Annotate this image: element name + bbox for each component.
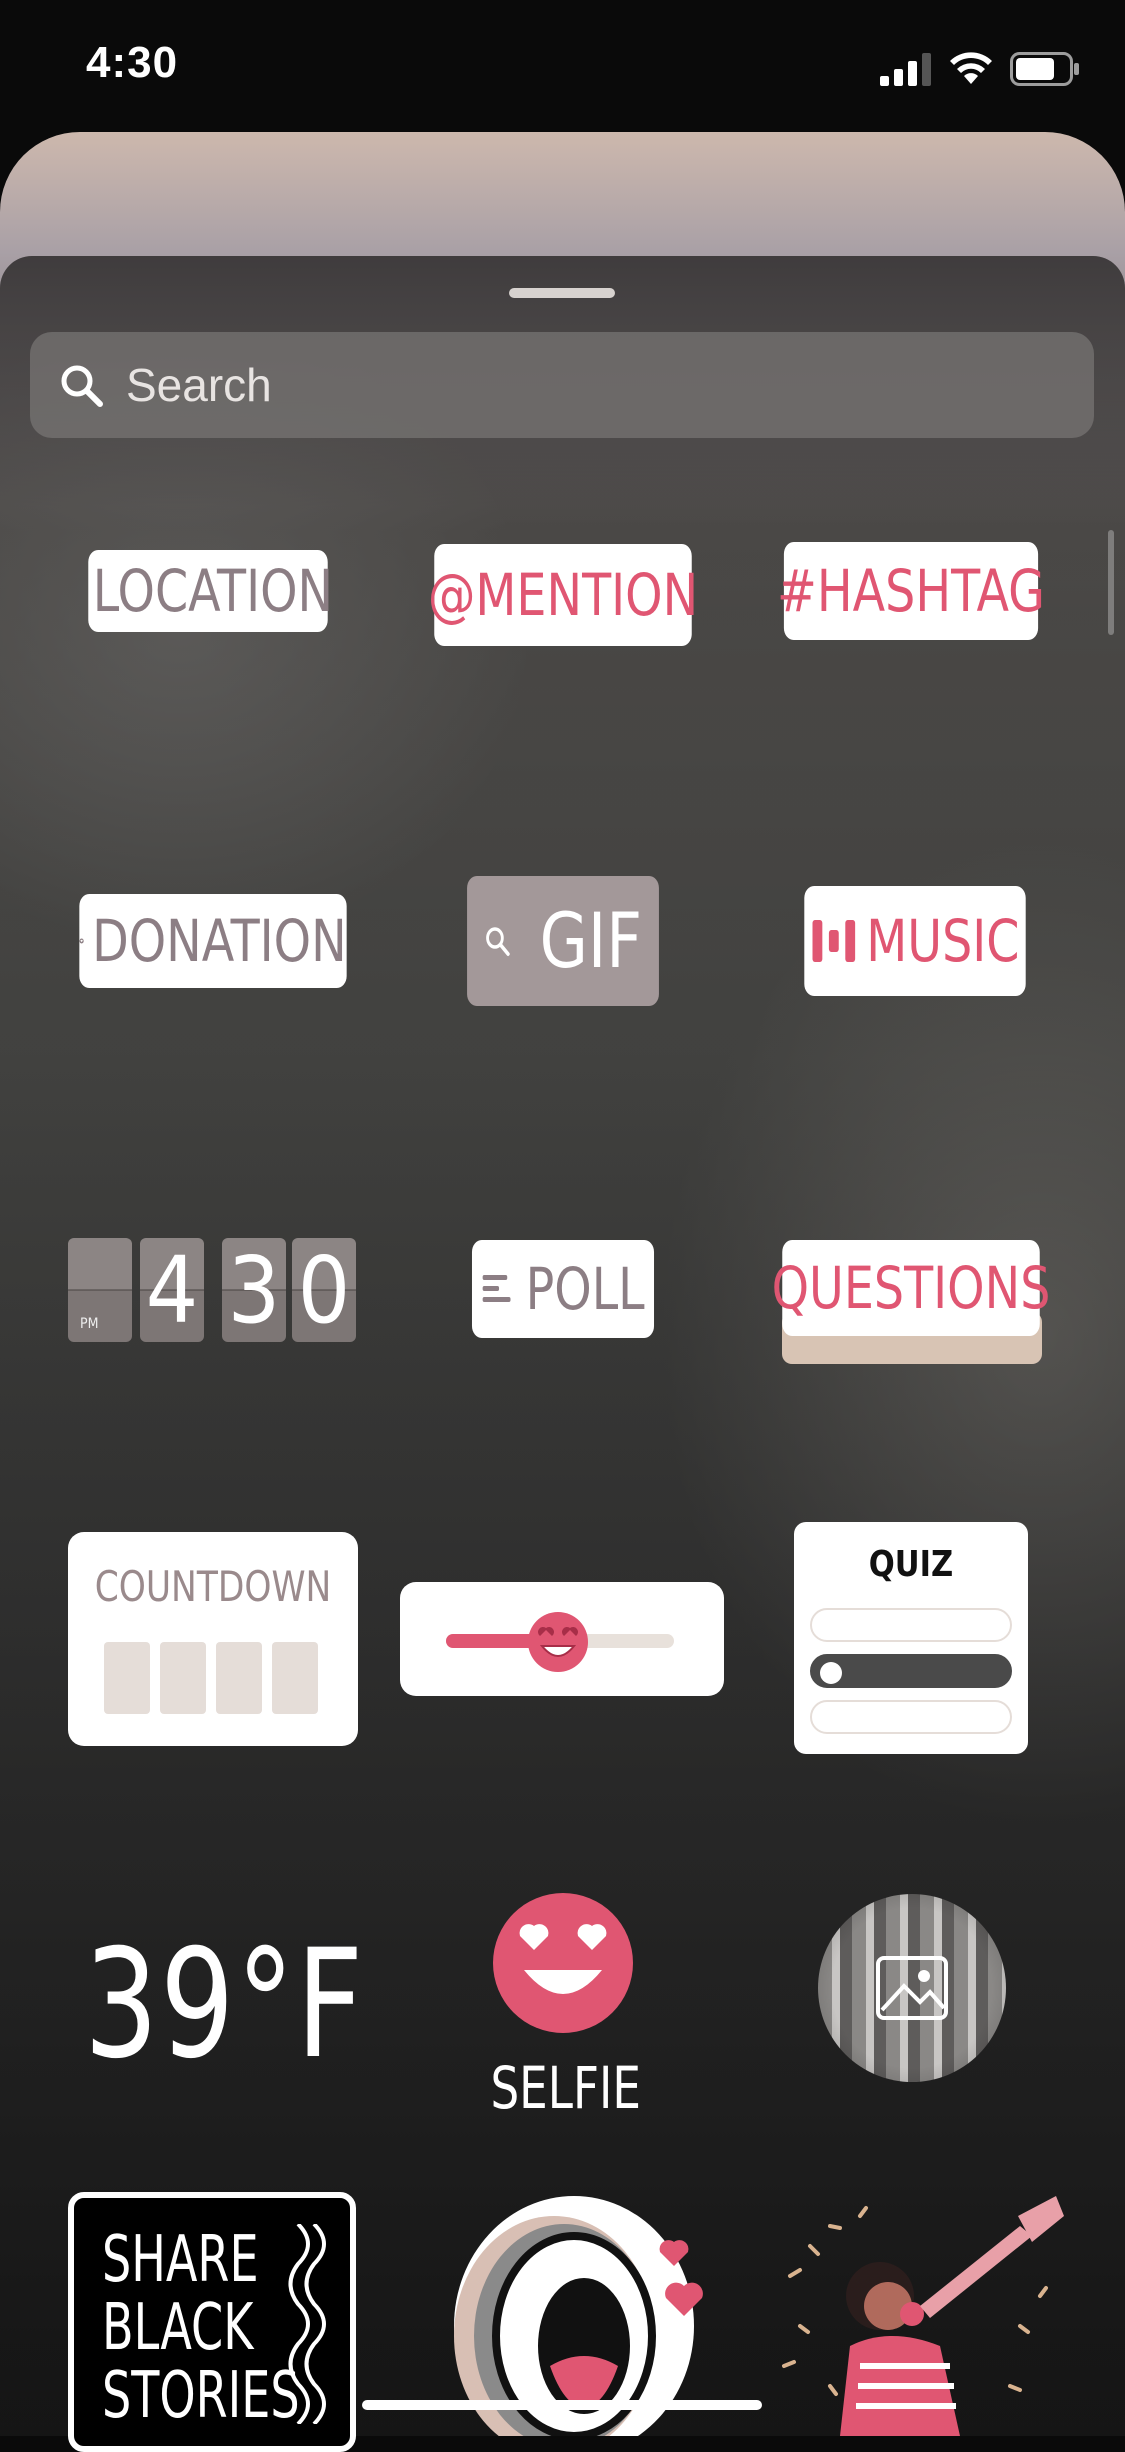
selfie-label[interactable]: SELFIE: [490, 2054, 640, 2122]
quiz-option: [810, 1608, 1012, 1642]
search-input[interactable]: Search: [30, 332, 1094, 438]
music-sticker[interactable]: MUSIC: [804, 886, 1026, 996]
share-black-stories-text: SHARE BLACK STORIES: [102, 2226, 300, 2430]
temperature-sticker[interactable]: 39°F: [84, 1918, 365, 2092]
gif-sticker[interactable]: GIF: [467, 876, 659, 1006]
quiz-sticker[interactable]: QUIZ: [794, 1522, 1028, 1754]
clock-period: PM: [80, 1316, 99, 1332]
share-black-stories-line: SHARE: [102, 2223, 259, 2297]
quiz-option-selected: [810, 1654, 1012, 1688]
share-black-stories-line: STORIES: [102, 2359, 300, 2433]
photo-icon: [876, 1956, 948, 2020]
clock-digit-ones: 0: [292, 1237, 356, 1344]
photo-sticker[interactable]: [818, 1894, 1006, 2082]
poll-label: POLL: [525, 1255, 645, 1323]
quiz-label: QUIZ: [868, 1544, 954, 1585]
wave-decoration-icon: [288, 2224, 326, 2424]
clock-period-card: PM: [68, 1238, 132, 1342]
gif-label: GIF: [539, 896, 643, 985]
selfie-heart-eyes-icon[interactable]: [490, 1890, 636, 2036]
countdown-label: COUNTDOWN: [94, 1562, 332, 1611]
cellular-signal-icon: [880, 53, 931, 86]
donation-label: DONATION: [92, 907, 347, 975]
countdown-sticker[interactable]: COUNTDOWN: [68, 1532, 358, 1746]
share-black-stories-line: BLACK: [102, 2291, 254, 2365]
music-label: MUSIC: [866, 907, 1020, 975]
wifi-icon: [950, 52, 992, 84]
trumpet-player-sticker-icon[interactable]: [770, 2186, 1070, 2436]
search-icon: [61, 365, 103, 407]
clock-digit-hour: 4: [140, 1237, 204, 1344]
poll-lines-icon: [482, 1275, 511, 1302]
poll-sticker[interactable]: POLL: [471, 1240, 655, 1338]
countdown-box: [160, 1642, 206, 1714]
heart-icon: [79, 938, 84, 944]
time-sticker[interactable]: PM 4 3 0: [68, 1237, 358, 1344]
status-bar: 4:30: [0, 0, 1125, 130]
share-black-stories-sticker[interactable]: SHARE BLACK STORIES: [68, 2192, 356, 2452]
music-bars-icon: [812, 920, 855, 962]
battery-icon: [1010, 52, 1079, 86]
location-label: LOCATION: [92, 557, 334, 625]
quiz-option: [810, 1700, 1012, 1734]
clock-digit-tens: 3: [222, 1237, 286, 1344]
countdown-box: [104, 1642, 150, 1714]
mention-sticker[interactable]: @MENTION: [428, 544, 698, 646]
heart-eyes-emoji-icon: [528, 1612, 588, 1672]
mention-label: @MENTION: [427, 561, 699, 629]
home-indicator[interactable]: [362, 2400, 762, 2410]
donation-sticker[interactable]: DONATION: [79, 894, 347, 988]
emoji-slider-sticker[interactable]: [400, 1582, 724, 1696]
sheet-grabber-handle[interactable]: [509, 288, 615, 298]
questions-label: QUESTIONS: [771, 1254, 1051, 1322]
check-icon: [820, 1662, 842, 1684]
countdown-box: [272, 1642, 318, 1714]
hashtag-label: #HASHTAG: [776, 557, 1046, 625]
search-placeholder: Search: [126, 359, 272, 411]
countdown-box: [216, 1642, 262, 1714]
status-time: 4:30: [86, 38, 179, 87]
gif-search-icon: [486, 927, 511, 956]
location-sticker[interactable]: LOCATION: [88, 550, 333, 632]
scrollbar-thumb[interactable]: [1108, 530, 1114, 635]
hashtag-sticker[interactable]: #HASHTAG: [777, 542, 1045, 640]
questions-sticker[interactable]: QUESTIONS: [772, 1240, 1050, 1336]
